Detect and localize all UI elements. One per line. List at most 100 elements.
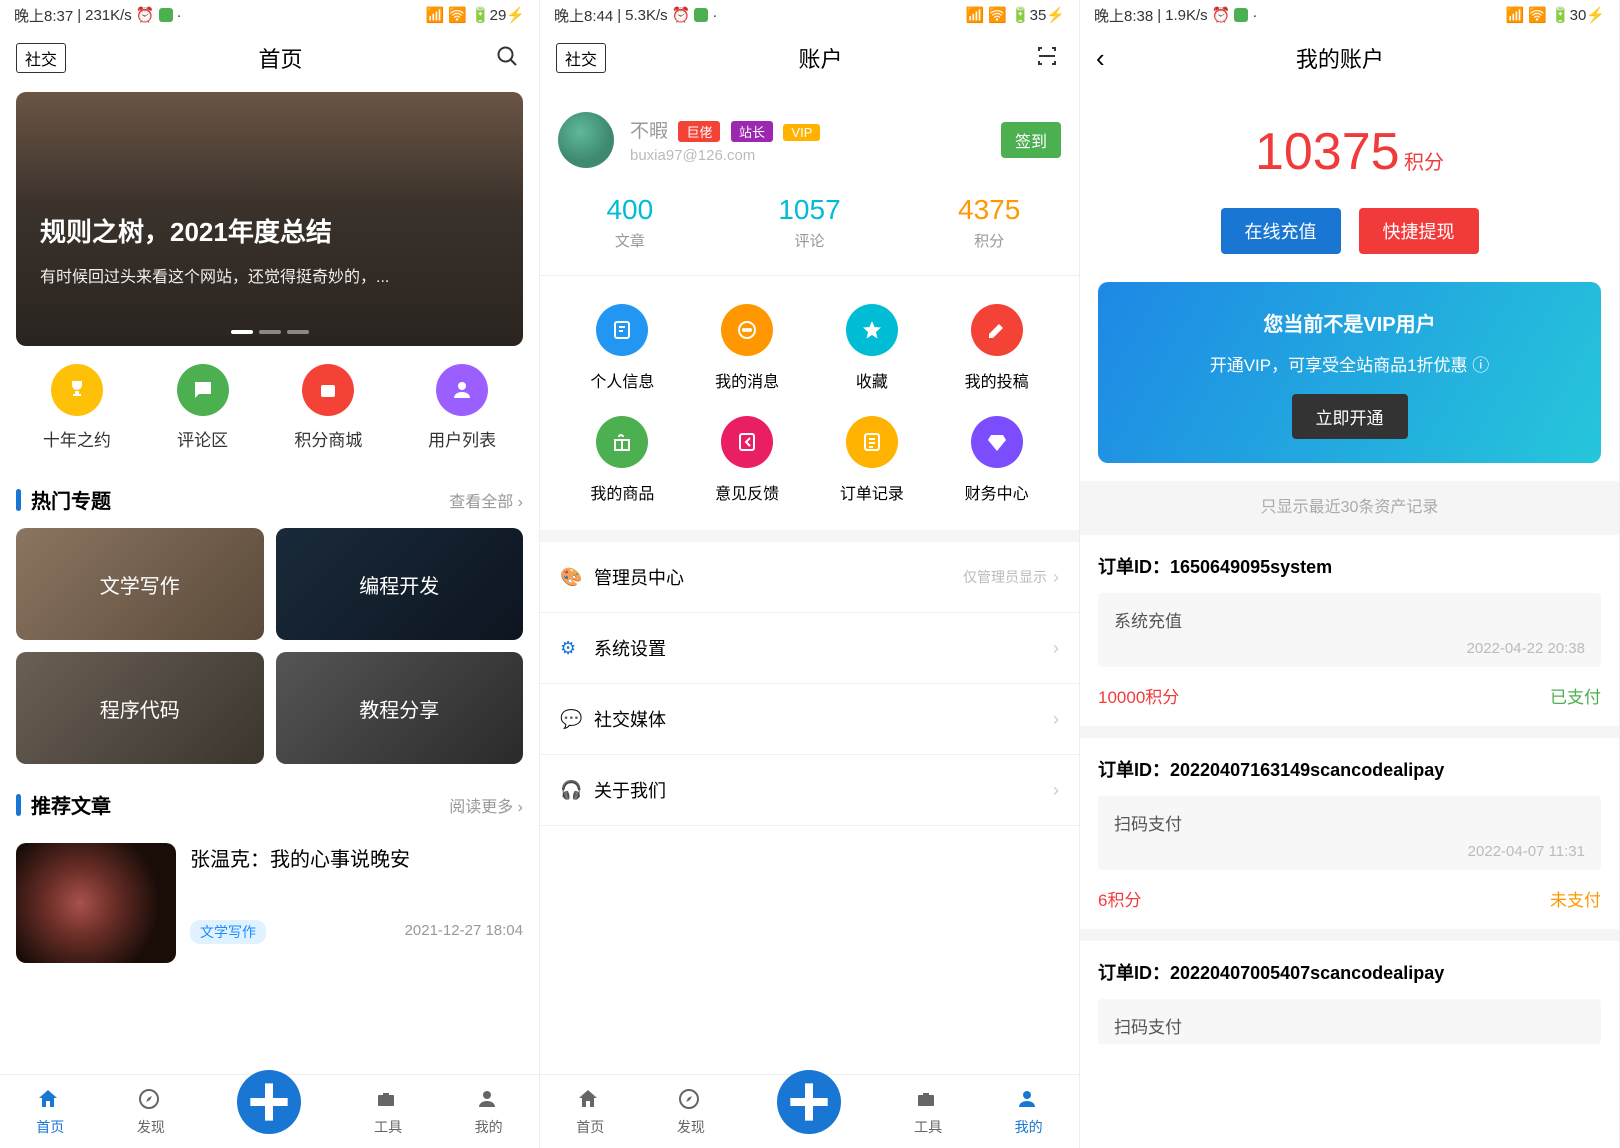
wifi-icon: 🛜 <box>448 6 467 24</box>
signal-icon: 📶 <box>426 6 445 24</box>
points-unit: 积分 <box>1404 152 1444 174</box>
order-time: 2022-04-07 11:31 <box>1114 843 1585 860</box>
nav-mine[interactable]: 我的 <box>475 1087 503 1137</box>
action-feedback[interactable]: 意见反馈 <box>685 416 810 504</box>
action-goods[interactable]: 我的商品 <box>560 416 685 504</box>
menu-about[interactable]: 🎧关于我们› <box>540 755 1079 826</box>
fab-add[interactable] <box>237 1070 301 1134</box>
chevron-right-icon: › <box>1053 567 1059 588</box>
article-date: 2021-12-27 18:04 <box>405 922 523 939</box>
wifi-icon: 🛜 <box>988 6 1007 24</box>
app-indicator-icon <box>1234 8 1248 22</box>
section-title: 推荐文章 <box>31 790 111 819</box>
feedback-icon <box>721 416 773 468</box>
menu-settings[interactable]: ⚙系统设置› <box>540 613 1079 684</box>
view-all-link[interactable]: 查看全部 › <box>449 488 523 512</box>
nav-home[interactable]: 首页 <box>576 1087 604 1137</box>
vip-card: 您当前不是VIP用户 开通VIP，可享受全站商品1折优惠 ⓘ 立即开通 <box>1098 282 1601 463</box>
category-comments[interactable]: 评论区 <box>177 364 229 451</box>
back-icon[interactable]: ‹ <box>1096 43 1105 74</box>
gift-icon <box>596 416 648 468</box>
topic-tutorial[interactable]: 教程分享 <box>276 652 524 764</box>
withdraw-button[interactable]: 快捷提现 <box>1359 208 1479 254</box>
menu-social[interactable]: 💬社交媒体› <box>540 684 1079 755</box>
status-time: 晚上8:44 <box>554 5 613 26</box>
hero-banner[interactable]: 规则之树，2021年度总结 有时候回过头来看这个网站，还觉得挺奇妙的，... <box>16 92 523 346</box>
action-favorites[interactable]: 收藏 <box>810 304 935 392</box>
status-time: 晚上8:37 <box>14 5 73 26</box>
nav-tools[interactable]: 工具 <box>914 1087 942 1137</box>
scan-icon[interactable] <box>1035 44 1063 72</box>
nav-home[interactable]: 首页 <box>36 1087 64 1137</box>
order-amount: 10000积分 <box>1098 683 1179 708</box>
stat-comments[interactable]: 1057评论 <box>720 194 900 251</box>
avatar[interactable] <box>558 112 614 168</box>
action-messages[interactable]: 我的消息 <box>685 304 810 392</box>
bottom-nav: 首页 发现 工具 我的 <box>0 1074 539 1148</box>
action-grid: 个人信息 我的消息 收藏 我的投稿 我的商品 意见反馈 订单记录 财务中心 <box>540 276 1079 542</box>
topic-literature[interactable]: 文学写作 <box>16 528 264 640</box>
category-badge[interactable]: 社交 <box>16 43 66 73</box>
nav-mine[interactable]: 我的 <box>1015 1087 1043 1137</box>
nav-discover[interactable]: 发现 <box>137 1087 165 1137</box>
article-tag[interactable]: 文学写作 <box>190 920 266 944</box>
order-item[interactable]: 订单ID：20220407163149scancodealipay 扫码支付 2… <box>1080 738 1619 941</box>
menu-admin[interactable]: 🎨管理员中心仅管理员显示› <box>540 542 1079 613</box>
stat-articles[interactable]: 400文章 <box>540 194 720 251</box>
briefcase-icon <box>374 1087 402 1115</box>
edit-icon <box>596 304 648 356</box>
order-id: 订单ID：20220407005407scancodealipay <box>1098 959 1601 985</box>
battery-icon: 🔋35⚡ <box>1011 6 1065 24</box>
order-amount: 6积分 <box>1098 886 1141 911</box>
screen-account: 晚上8:44 | 5.3K/s ⏰ · 📶 🛜 🔋35⚡ 社交 账户 不暇 巨佬… <box>540 0 1080 1148</box>
category-ten-years[interactable]: 十年之约 <box>43 364 111 451</box>
support-icon: 🎧 <box>560 780 580 801</box>
category-users[interactable]: 用户列表 <box>428 364 496 451</box>
article-item[interactable]: 张温克：我的心事说晚安 文学写作 2021-12-27 18:04 <box>0 833 539 963</box>
category-shop[interactable]: 积分商城 <box>294 364 362 451</box>
user-icon <box>436 364 488 416</box>
order-type: 扫码支付 <box>1114 810 1585 835</box>
topic-programming[interactable]: 编程开发 <box>276 528 524 640</box>
hero-subtitle: 有时候回过头来看这个网站，还觉得挺奇妙的，... <box>40 263 499 287</box>
action-posts[interactable]: 我的投稿 <box>934 304 1059 392</box>
order-id: 订单ID：20220407163149scancodealipay <box>1098 756 1601 782</box>
category-badge[interactable]: 社交 <box>556 43 606 73</box>
articles-header: 推荐文章 阅读更多 › <box>0 774 539 833</box>
profile-header: 不暇 巨佬 站长 VIP buxia97@126.com 签到 <box>540 86 1079 188</box>
topic-code[interactable]: 程序代码 <box>16 652 264 764</box>
compass-icon <box>677 1087 705 1115</box>
chat-icon: 💬 <box>560 709 580 730</box>
status-speed: 5.3K/s <box>625 7 668 24</box>
home-icon <box>576 1087 604 1115</box>
status-time: 晚上8:38 <box>1094 5 1153 26</box>
order-type: 系统充值 <box>1114 607 1585 632</box>
article-title: 张温克：我的心事说晚安 <box>190 843 523 872</box>
palette-icon: 🎨 <box>560 567 580 588</box>
action-orders[interactable]: 订单记录 <box>810 416 935 504</box>
order-status: 已支付 <box>1550 683 1601 708</box>
person-icon <box>475 1087 503 1115</box>
order-item[interactable]: 订单ID：1650649095system 系统充值 2022-04-22 20… <box>1080 535 1619 738</box>
alarm-icon: ⏰ <box>1212 6 1231 24</box>
order-item[interactable]: 订单ID：20220407005407scancodealipay 扫码支付 <box>1080 941 1619 1052</box>
action-finance[interactable]: 财务中心 <box>934 416 1059 504</box>
signal-icon: 📶 <box>1506 6 1525 24</box>
app-indicator-icon <box>694 8 708 22</box>
fab-add[interactable] <box>777 1070 841 1134</box>
page-title: 账户 <box>606 42 1035 74</box>
article-thumbnail <box>16 843 176 963</box>
header: ‹ 我的账户 <box>1080 30 1619 86</box>
trophy-icon <box>51 364 103 416</box>
search-icon[interactable] <box>495 44 523 72</box>
stat-points[interactable]: 4375积分 <box>899 194 1079 251</box>
read-more-link[interactable]: 阅读更多 › <box>449 793 523 817</box>
nav-discover[interactable]: 发现 <box>677 1087 705 1137</box>
category-icons: 十年之约 评论区 积分商城 用户列表 <box>0 360 539 469</box>
vip-activate-button[interactable]: 立即开通 <box>1292 394 1408 439</box>
action-profile[interactable]: 个人信息 <box>560 304 685 392</box>
carousel-dots[interactable] <box>231 330 309 334</box>
nav-tools[interactable]: 工具 <box>374 1087 402 1137</box>
checkin-button[interactable]: 签到 <box>1001 122 1061 158</box>
recharge-button[interactable]: 在线充值 <box>1221 208 1341 254</box>
